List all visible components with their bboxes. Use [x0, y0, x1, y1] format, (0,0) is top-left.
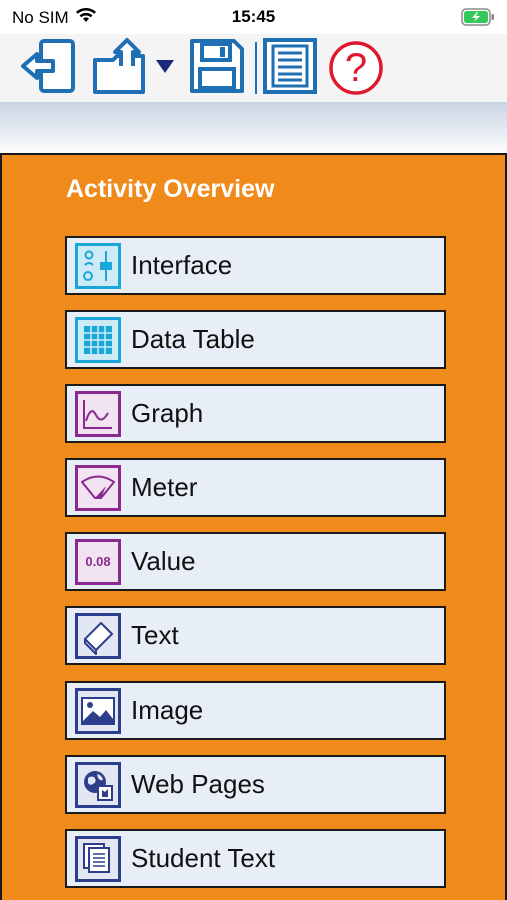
- meter-icon: [75, 464, 121, 511]
- value-icon-text: 0.08: [85, 554, 111, 569]
- save-button[interactable]: [186, 38, 248, 98]
- item-student-text[interactable]: Student Text: [65, 829, 446, 888]
- interface-icon: [75, 242, 121, 289]
- battery-icon: [461, 8, 495, 31]
- item-text[interactable]: Text: [65, 606, 446, 665]
- item-interface[interactable]: Interface: [65, 236, 446, 295]
- export-icon: [91, 36, 149, 101]
- help-icon: ?: [328, 40, 384, 96]
- save-icon: [187, 36, 247, 101]
- help-glyph: ?: [344, 46, 368, 90]
- item-label: Data Table: [131, 324, 255, 354]
- header-band: [0, 102, 507, 154]
- notes-icon: [261, 36, 319, 101]
- image-icon: [75, 687, 121, 734]
- data-table-icon: [75, 316, 121, 363]
- status-bar: No SIM 15:45: [0, 0, 507, 34]
- item-label: Interface: [131, 250, 233, 280]
- item-value[interactable]: 0.08 Value: [65, 532, 446, 591]
- item-label: Student Text: [131, 843, 276, 873]
- item-data-table[interactable]: Data Table: [65, 310, 446, 369]
- exit-button[interactable]: [18, 38, 80, 98]
- item-web-pages[interactable]: Web Pages: [65, 755, 446, 814]
- toolbar: ?: [0, 34, 507, 102]
- status-time: 15:45: [231, 7, 276, 26]
- item-label: Text: [131, 620, 179, 650]
- value-icon: 0.08: [75, 538, 121, 585]
- exit-icon: [19, 36, 79, 101]
- dropdown-arrow-icon: [154, 58, 176, 79]
- help-button[interactable]: ?: [326, 38, 386, 98]
- export-button[interactable]: [90, 36, 150, 101]
- item-meter[interactable]: Meter: [65, 458, 446, 517]
- item-label: Value: [131, 546, 196, 576]
- notes-button[interactable]: [260, 36, 320, 101]
- item-label: Web Pages: [131, 769, 265, 799]
- activity-overview-panel: Activity Overview Interface Data Table G…: [0, 153, 507, 900]
- item-graph[interactable]: Graph: [65, 384, 446, 443]
- panel-title: Activity Overview: [66, 175, 275, 203]
- toolbar-divider: [255, 42, 257, 94]
- item-label: Image: [131, 695, 204, 725]
- item-label: Meter: [131, 472, 198, 502]
- graph-icon: [75, 390, 121, 437]
- export-dropdown[interactable]: [152, 38, 178, 98]
- text-icon: [75, 612, 121, 659]
- item-image[interactable]: Image: [65, 681, 446, 740]
- web-pages-icon: [75, 761, 121, 808]
- item-label: Graph: [131, 398, 204, 428]
- student-text-icon: [75, 835, 121, 882]
